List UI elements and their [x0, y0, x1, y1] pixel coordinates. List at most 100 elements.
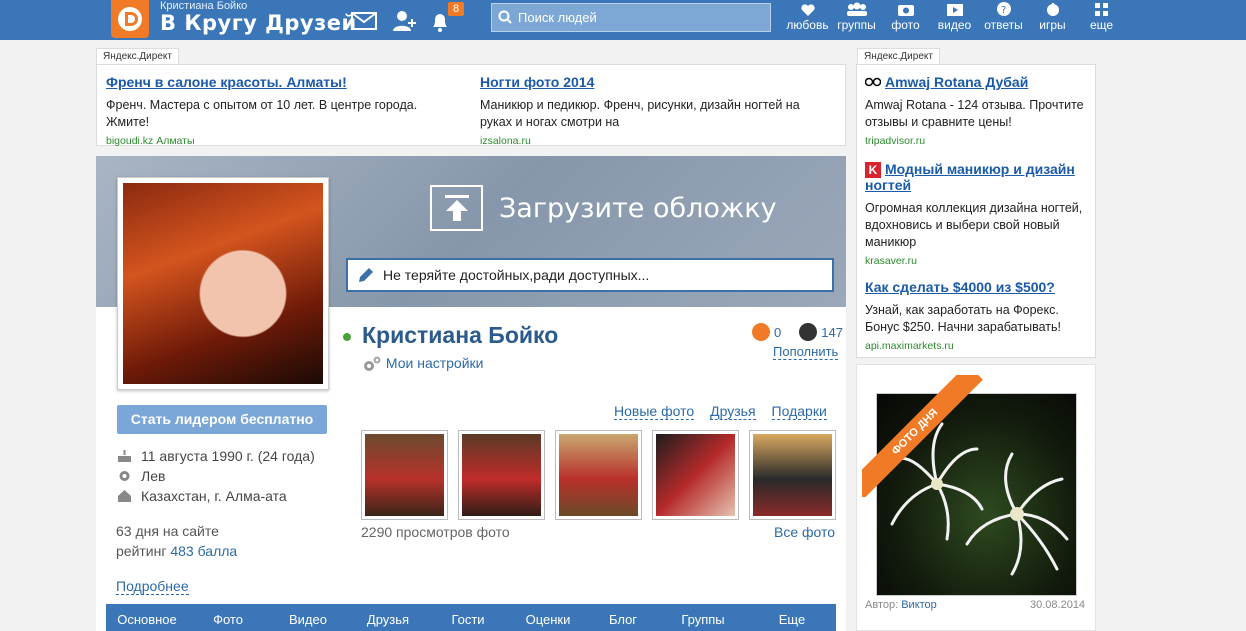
tab-friends[interactable]: Друзья [348, 604, 428, 631]
cake-icon [118, 450, 131, 462]
photo-views-count: 2290 просмотров фото [361, 524, 510, 540]
ad-text: Amwaj Rotana - 124 отзыва. Прочтите отзы… [865, 98, 1084, 129]
ad-url[interactable]: tripadvisor.ru [865, 135, 1090, 147]
tab-blog[interactable]: Блог [588, 604, 658, 631]
location-text: Казахстан, г. Алма-ата [141, 488, 287, 504]
nav-video[interactable]: видео [930, 0, 979, 40]
status-field[interactable]: Не теряйте достойных,ради доступных... [346, 258, 834, 292]
ad-text: Огромная коллекция дизайна ногтей, вдохн… [865, 201, 1083, 249]
rating-label: рейтинг [116, 543, 167, 559]
photo-thumbnail[interactable] [652, 430, 739, 520]
photo-links: Новые фото Друзья Подарки [614, 403, 827, 420]
upload-cover-button[interactable]: Загрузите обложку [430, 185, 777, 231]
rating-value-link[interactable]: 483 балла [170, 543, 237, 559]
ad-item: Amwaj Rotana Дубай Amwaj Rotana - 124 от… [865, 74, 1090, 147]
ad-label: Яндекс.Директ [96, 48, 179, 64]
ad-title-link[interactable]: Френч в салоне красоты. Алматы! [106, 74, 446, 90]
ad-url[interactable]: izsalona.ru [480, 135, 810, 147]
ads-right-block: Amwaj Rotana Дубай Amwaj Rotana - 124 от… [856, 64, 1096, 358]
upload-icon [430, 185, 483, 231]
tab-main[interactable]: Основное [106, 604, 188, 631]
top-bar: Кристиана Бойко В Кругу Друзей 8 Поиск л… [0, 0, 1246, 40]
ad-item: Френч в салоне красоты. Алматы! Френч. М… [106, 74, 446, 147]
tab-more[interactable]: Еще [748, 604, 836, 631]
new-photos-link[interactable]: Новые фото [614, 403, 695, 420]
logo-icon[interactable] [111, 0, 149, 38]
online-indicator [343, 333, 351, 341]
photo-thumbnail[interactable] [749, 430, 836, 520]
gifts-link[interactable]: Подарки [771, 403, 827, 420]
become-leader-button[interactable]: Стать лидером бесплатно [117, 405, 327, 434]
photo-thumbnail[interactable] [555, 430, 642, 520]
nav-answers[interactable]: ? ответы [979, 0, 1028, 40]
ad-text: Френч. Мастера с опытом от 10 лет. В цен… [106, 98, 418, 129]
notifications-badge[interactable]: 8 [448, 2, 465, 16]
search-icon [498, 10, 512, 24]
gear-icon [364, 356, 381, 372]
ad-item: Ногти фото 2014 Маникюр и педикюр. Френч… [480, 74, 810, 147]
photo-thumbnail[interactable] [361, 430, 448, 520]
photo-author-link[interactable]: Виктор [901, 599, 937, 611]
photo-thumbnail[interactable] [458, 430, 545, 520]
ad-title-link[interactable]: Модный маникюр и дизайн ногтей [865, 161, 1090, 193]
friend-requests-icon[interactable] [389, 8, 419, 34]
photo-of-day-ribbon: ФОТО ДНЯ [862, 375, 984, 497]
site-logo-text[interactable]: В Кругу Друзей [160, 11, 357, 35]
ad-text: Узнай, как заработать на Форекс. Бонус $… [865, 303, 1061, 334]
tab-groups[interactable]: Группы [658, 604, 748, 631]
answers-icon: ? [996, 2, 1011, 16]
settings-link[interactable]: Мои настройки [362, 355, 483, 373]
nav-games[interactable]: игры [1028, 0, 1077, 40]
topup-link[interactable]: Пополнить [773, 344, 839, 360]
top-nav: любовь группы фото видео ? ответы игры ещ… [783, 0, 1126, 40]
tab-photos[interactable]: Фото [188, 604, 268, 631]
tab-guests[interactable]: Гости [428, 604, 508, 631]
ad-title-link[interactable]: Amwaj Rotana Дубай [885, 74, 1028, 90]
ad-item: K Модный маникюр и дизайн ногтей Огромна… [865, 161, 1090, 267]
groups-icon [846, 2, 867, 16]
profile-tabs: Основное Фото Видео Друзья Гости Оценки … [106, 604, 836, 631]
camera-icon [897, 5, 914, 16]
coin-orange-icon [752, 323, 770, 341]
ads-left-block: Френч в салоне красоты. Алматы! Френч. М… [96, 64, 846, 147]
ad-url[interactable]: krasaver.ru [865, 255, 1090, 267]
search-people-input[interactable]: Поиск людей [491, 3, 771, 32]
nav-love[interactable]: любовь [783, 0, 832, 40]
nav-groups[interactable]: группы [832, 0, 881, 40]
photo-strip [361, 430, 836, 520]
friends-link[interactable]: Друзья [710, 403, 756, 420]
svg-text:?: ? [1001, 5, 1006, 16]
home-icon [118, 490, 131, 502]
ad-text: Маникюр и педикюр. Френч, рисунки, дизай… [480, 98, 800, 129]
all-photos-link[interactable]: Все фото [774, 524, 835, 540]
zodiac-text: Лев [141, 468, 166, 484]
coins-panel: 0 147 [752, 323, 843, 341]
tripadvisor-icon [865, 77, 881, 87]
tab-video[interactable]: Видео [268, 604, 348, 631]
messages-icon[interactable] [349, 8, 379, 34]
ad-title-link[interactable]: Как сделать $4000 из $500? [865, 279, 1090, 295]
zodiac-icon [119, 471, 130, 481]
ad-url[interactable]: api.maximarkets.ru [865, 340, 1090, 352]
profile-info: 11 августа 1990 г. (24 года) Лев Казахст… [117, 446, 315, 506]
video-icon [946, 4, 963, 16]
days-on-site: 63 дня на сайте [116, 523, 219, 539]
birthday-text: 11 августа 1990 г. (24 года) [141, 448, 315, 464]
profile-stats: 63 дня на сайте рейтинг 483 балла [116, 521, 237, 561]
ad-url[interactable]: bigoudi.kz Алматы [106, 135, 446, 147]
ad-item: Как сделать $4000 из $500? Узнай, как за… [865, 279, 1090, 352]
photo-author: Автор: Виктор [865, 599, 937, 611]
coins-dark-count: 147 [821, 324, 843, 340]
upload-cover-label: Загрузите обложку [499, 192, 777, 224]
more-details-link[interactable]: Подробнее [116, 578, 189, 595]
photo-date: 30.08.2014 [1030, 599, 1086, 611]
pencil-icon [359, 268, 373, 282]
avatar[interactable] [117, 177, 329, 390]
profile-name: Кристиана Бойко [362, 322, 559, 348]
nav-photos[interactable]: фото [881, 0, 930, 40]
nav-more[interactable]: еще [1077, 0, 1126, 40]
ad-title-link[interactable]: Ногти фото 2014 [480, 74, 810, 90]
coins-orange-count: 0 [774, 324, 782, 340]
tab-ratings[interactable]: Оценки [508, 604, 588, 631]
ad-label: Яндекс.Директ [857, 48, 940, 64]
